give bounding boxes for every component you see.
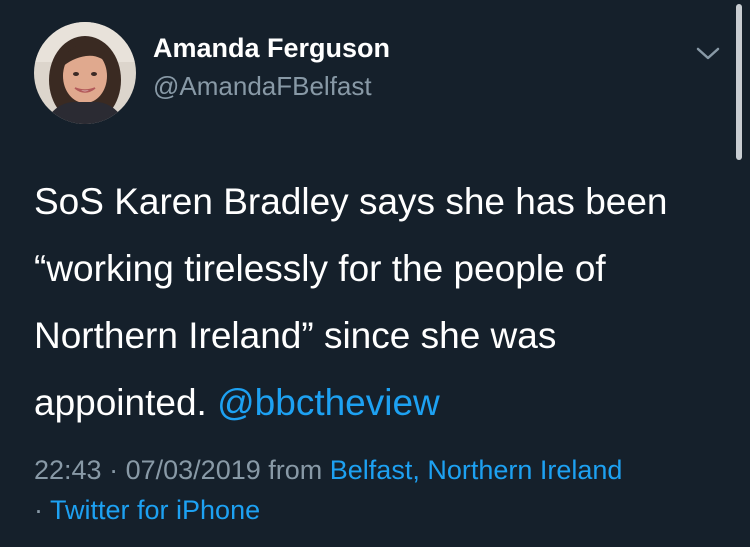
mention-link[interactable]: @bbctheview <box>217 382 440 423</box>
tweet-meta-line: · Twitter for iPhone <box>34 490 734 530</box>
chevron-down-icon[interactable] <box>694 44 722 64</box>
tweet-date[interactable]: 07/03/2019 <box>126 455 261 485</box>
tweet-meta: 22:43 · 07/03/2019 from Belfast, Norther… <box>34 450 734 530</box>
tweet-text-line: SoS Karen Bradley says she has been <box>34 181 668 222</box>
tweet-text: SoS Karen Bradley says she has been “wor… <box>34 168 724 436</box>
meta-separator: · <box>34 495 43 525</box>
author-handle[interactable]: @AmandaFBelfast <box>153 71 372 102</box>
tweet-text-line: Northern Ireland” since she was <box>34 315 557 356</box>
tweet-text-line: appointed. @bbctheview <box>34 369 724 436</box>
tweet-text-fragment: appointed. <box>34 382 207 423</box>
avatar-image <box>34 22 136 124</box>
location-link[interactable]: Belfast, Northern Ireland <box>330 455 623 485</box>
author-display-name[interactable]: Amanda Ferguson <box>153 33 390 64</box>
tweet-meta-line: 22:43 · 07/03/2019 from Belfast, Norther… <box>34 450 734 490</box>
scrollbar[interactable] <box>736 4 742 160</box>
source-link[interactable]: Twitter for iPhone <box>50 495 260 525</box>
from-label: from <box>268 455 323 485</box>
tweet-text-line: “working tirelessly for the people of <box>34 248 606 289</box>
meta-separator: · <box>109 455 119 485</box>
avatar[interactable] <box>34 22 136 124</box>
tweet-time[interactable]: 22:43 <box>34 455 102 485</box>
